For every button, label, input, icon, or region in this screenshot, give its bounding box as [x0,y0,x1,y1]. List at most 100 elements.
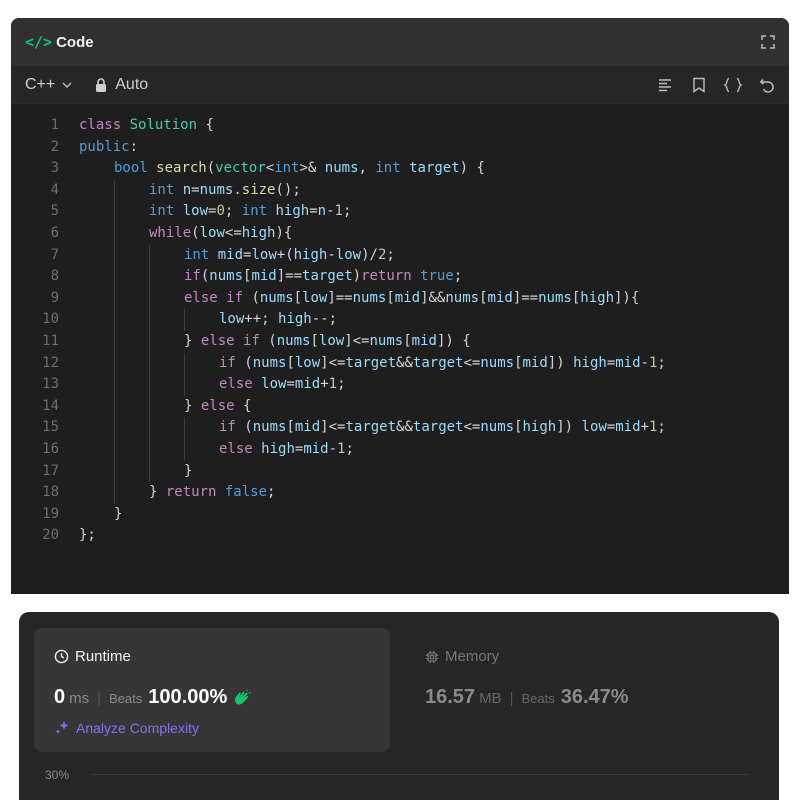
line-number: 4 [50,181,59,198]
line-number: 7 [50,246,59,263]
line-number: 11 [42,332,59,349]
code-line: 2 public: [11,137,789,159]
line-number: 10 [42,311,59,328]
code-line: 14 } else { [11,395,789,418]
divider: | [97,690,102,707]
line-number: 18 [42,484,59,501]
code-text: } else if (nums[low]<=nums[mid]) { [79,330,471,353]
code-text: if (nums[low]<=target&&target<=nums[mid]… [79,352,666,375]
code-line: 5 int low=0; int high=n-1; [11,201,789,223]
reset-icon[interactable] [757,75,777,95]
submission-result-panel: Runtime 0 ms | Beats 100.00% Analyze Com… [19,612,779,800]
chart-y-tick: 30% [45,768,70,782]
code-text: bool search(vector<int>& nums, int targe… [114,160,485,177]
code-editor[interactable]: 1 class Solution { 2 public: 3 bool search(… [11,104,789,547]
runtime-value: 0 [54,686,66,708]
code-line: 9 else if (nums[low]==nums[mid]&&nums[mid… [11,287,789,310]
line-number: 9 [50,289,59,306]
line-number: 14 [42,397,59,414]
code-text: int n=nums.size(); [79,179,301,202]
line-number: 6 [50,224,59,241]
memory-title: Memory [445,648,500,665]
code-line: 17} [11,460,789,483]
memory-beats-label: Beats [521,691,555,706]
memory-metric: 16.57 MB | Beats 36.47% [425,686,629,709]
code-line: 8 if(nums[mid]==target)return true; [11,266,789,288]
code-line: 13 else low=mid+1; [11,374,789,396]
code-text: class Solution { [79,117,214,133]
runtime-card[interactable]: Runtime 0 ms | Beats 100.00% Analyze Com… [34,628,390,752]
code-line: 3 bool search(vector<int>& nums, int targ… [11,158,789,180]
memory-beats-value: 36.47% [560,686,629,708]
code-line: 19} [11,504,789,526]
language-label: C++ [25,75,56,93]
code-text: else high=mid-1; [79,438,354,461]
editor-toolbar: C++ Auto [11,66,789,104]
code-line: 11 } else if (nums[low]<=nums[mid]) { [11,330,789,353]
memory-value: 16.57 [425,686,476,708]
line-number: 15 [42,419,59,436]
line-number: 16 [42,440,59,457]
lock-icon [96,77,107,92]
code-line: 1 class Solution { [11,115,789,137]
code-text: } [79,460,192,483]
code-line: 16 else high=mid-1; [11,438,789,461]
line-number: 8 [50,268,59,285]
clock-icon [54,649,69,664]
line-number: 19 [42,505,59,522]
runtime-beats-label: Beats [109,691,143,706]
line-number: 2 [50,138,59,155]
code-line: 20}; [11,525,789,547]
code-line: 18} return false; [11,482,789,504]
code-text: } else { [79,395,251,418]
chip-icon [425,650,439,663]
line-number: 3 [50,160,59,177]
code-text: } [114,505,123,522]
code-text: int mid=low+(high-low)/2; [79,244,395,267]
panel-title: Code [56,33,94,51]
code-text: if (nums[mid]<=target&&target<=nums[high… [79,417,666,439]
line-number: 20 [42,527,59,544]
line-number: 13 [42,376,59,393]
format-icon[interactable] [655,75,675,95]
code-text: else if (nums[low]==nums[mid]&&nums[mid]… [79,287,639,310]
code-panel: </> Code C++ Auto 1 class Solution {2 p… [11,18,789,594]
code-icon: </> [25,33,53,51]
code-line: 6 while(low<=high){ [11,222,789,245]
divider: | [509,690,514,707]
language-select[interactable]: C++ [25,76,73,94]
mode-label: Auto [115,75,149,93]
runtime-metric: 0 ms | Beats 100.00% [54,686,251,709]
code-text: else low=mid+1; [79,374,346,396]
code-line: 7 int mid=low+(high-low)/2; [11,244,789,267]
memory-unit: MB [479,690,502,707]
line-number: 1 [50,117,59,133]
code-line: 15 if (nums[mid]<=target&&target<=nums[hi… [11,417,789,439]
code-text: while(low<=high){ [79,222,292,245]
memory-header[interactable]: Memory [425,648,499,665]
code-text: int low=0; int high=n-1; [79,201,351,223]
analyze-complexity-link[interactable]: Analyze Complexity [54,720,199,736]
runtime-title: Runtime [75,648,131,665]
line-number: 5 [50,203,59,220]
code-text: low++; high--; [79,309,337,331]
line-number: 12 [42,354,59,371]
expand-icon[interactable] [759,33,777,51]
chevron-down-icon [62,82,72,88]
runtime-header: Runtime [54,648,131,665]
bookmark-icon[interactable] [689,75,709,95]
code-line: 4 int n=nums.size(); [11,179,789,202]
mode-indicator[interactable]: Auto [95,76,148,94]
sparkle-icon [55,721,69,734]
clapping-hands-icon [235,689,251,705]
code-text: }; [79,527,96,544]
code-line: 10 low++; high--; [11,309,789,331]
line-number: 17 [42,462,59,479]
runtime-unit: ms [69,690,90,707]
runtime-beats-value: 100.00% [148,686,228,708]
code-panel-header: </> Code [11,18,789,66]
analyze-label: Analyze Complexity [76,720,199,736]
chart-gridline [91,774,749,775]
braces-icon[interactable] [723,75,743,95]
code-line: 12 if (nums[low]<=target&&target<=nums[mi… [11,352,789,375]
